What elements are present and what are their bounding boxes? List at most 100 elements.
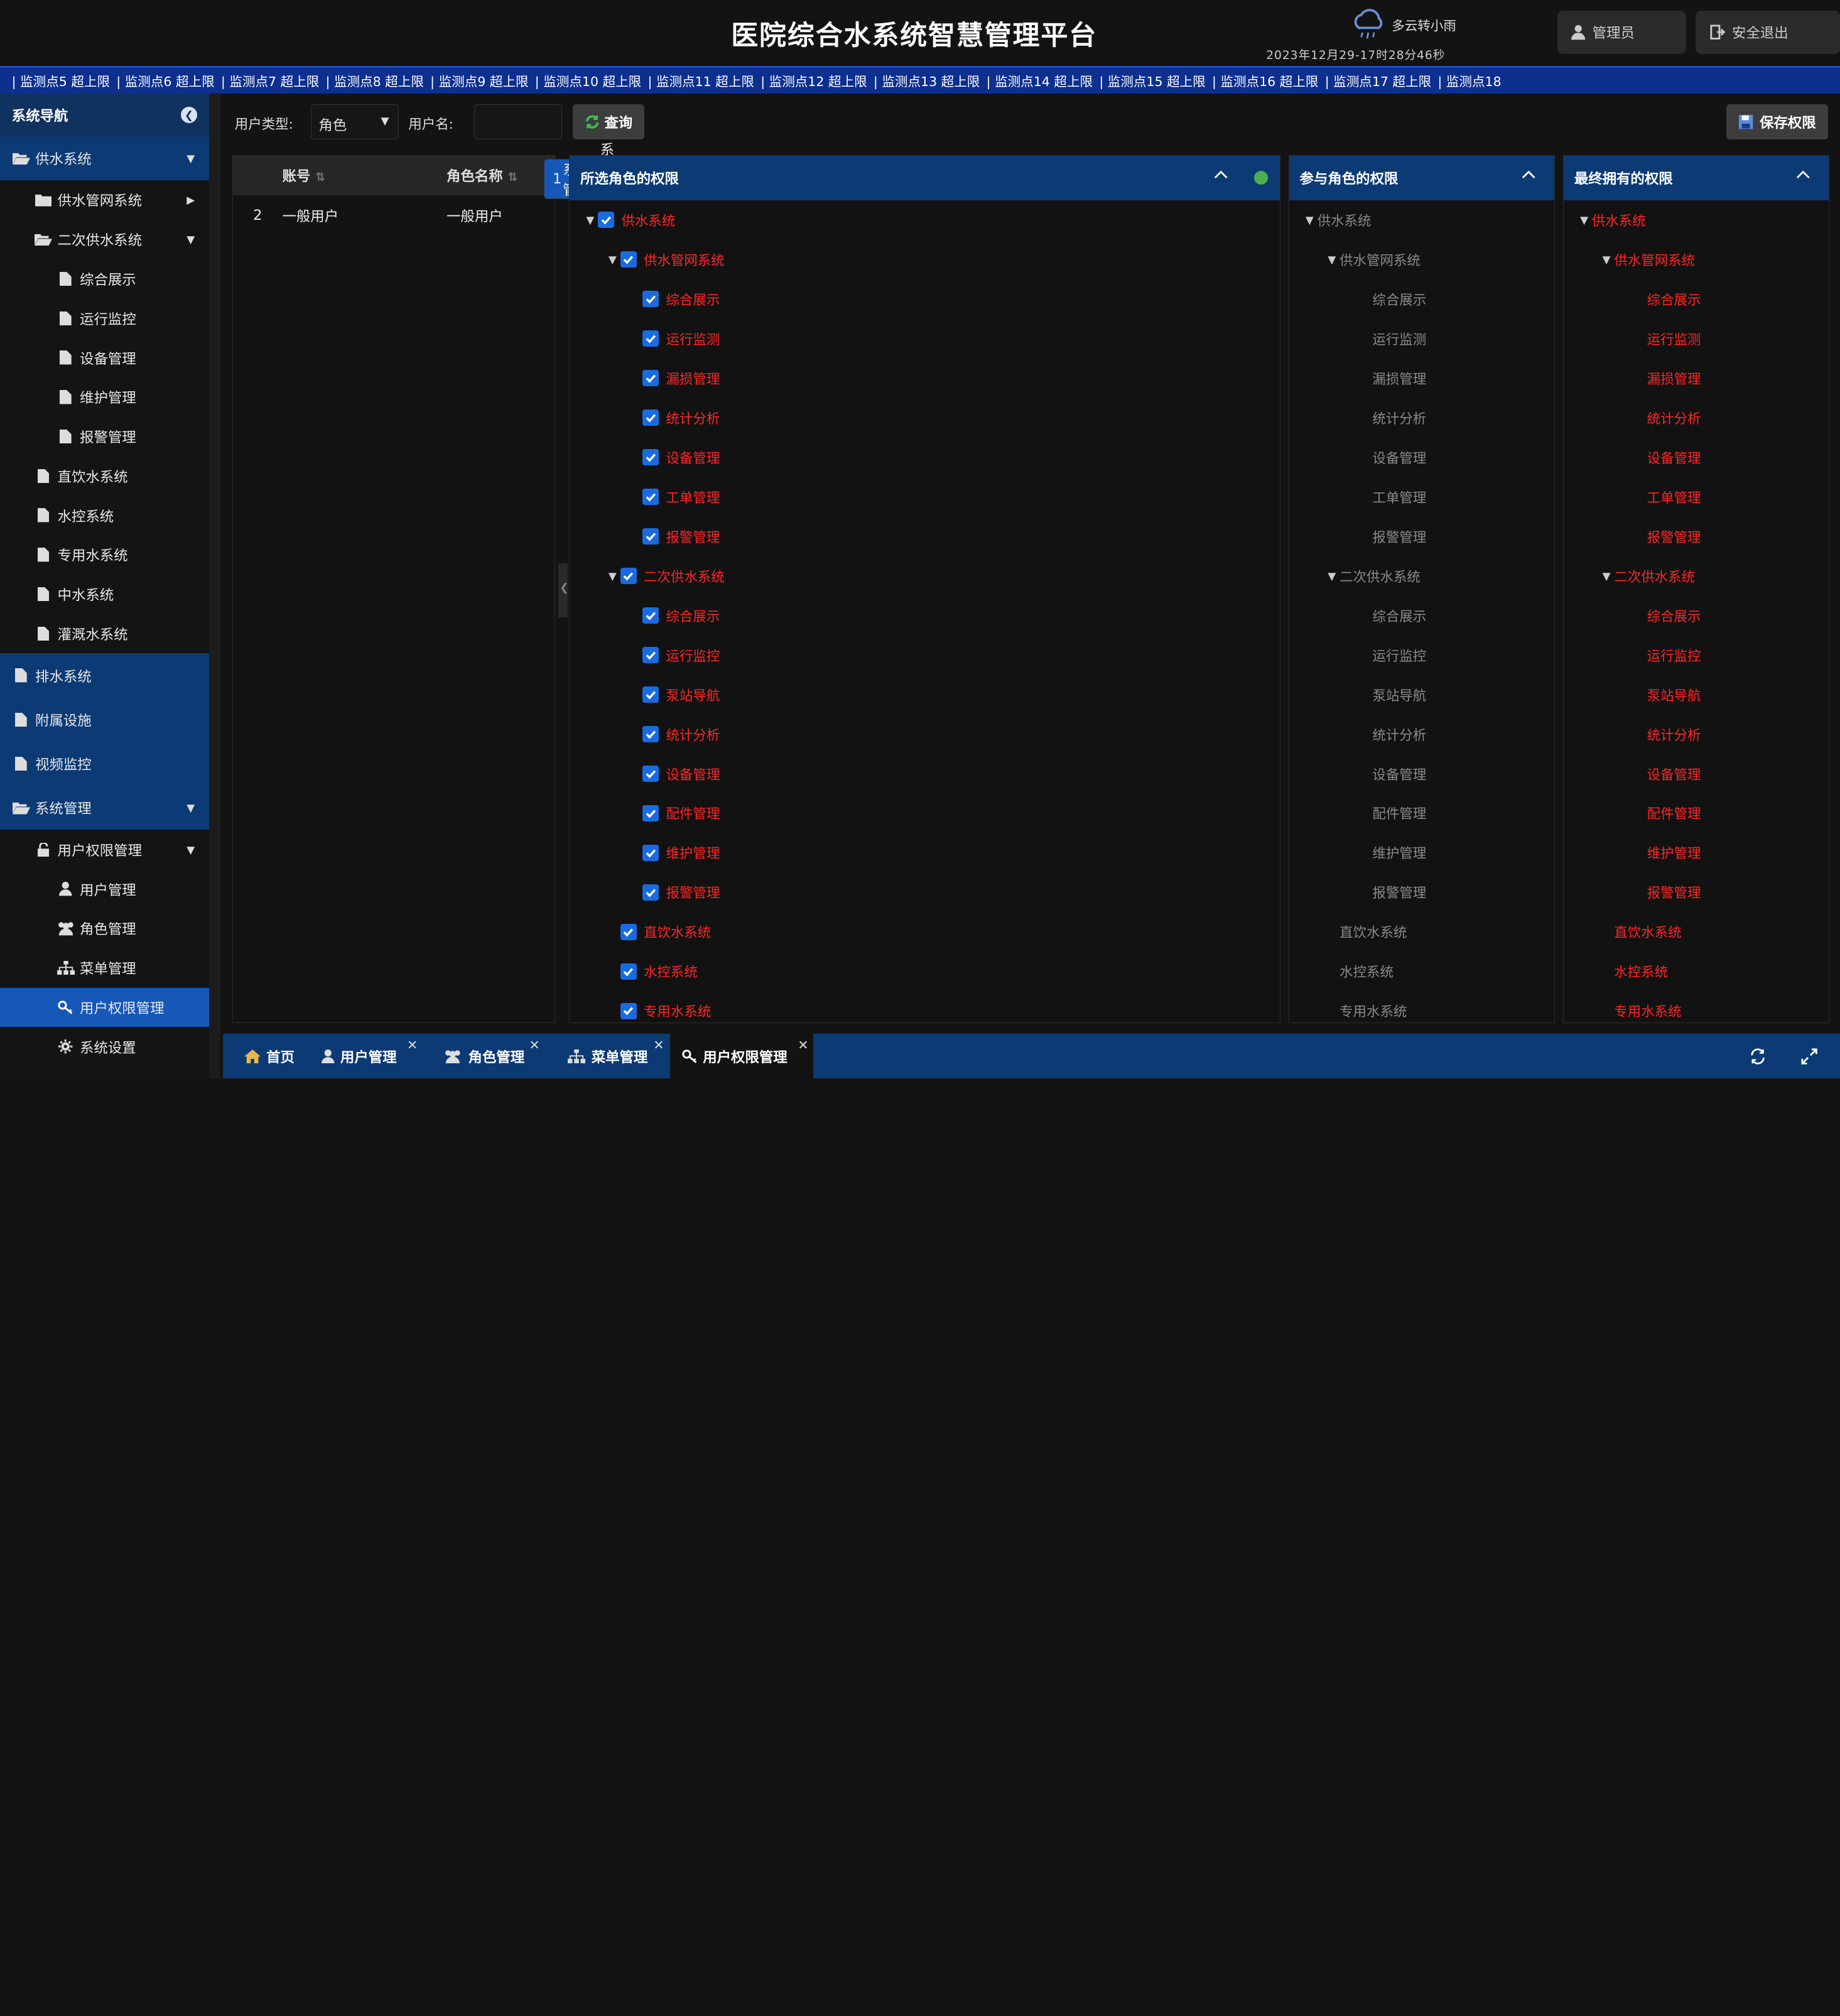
tree-node[interactable]: 运行监控 xyxy=(630,643,720,666)
save-permission-button[interactable]: 保存权限 xyxy=(1726,104,1829,140)
expand-icon[interactable]: ▼ xyxy=(586,214,598,226)
sidebar-item[interactable]: 用户管理 xyxy=(0,869,209,909)
tree-node[interactable]: 统计分析 xyxy=(630,722,720,745)
tree-node[interactable]: ▼ 供水管网系统 xyxy=(609,248,725,271)
tree-node[interactable]: 设备管理 xyxy=(1625,762,1701,785)
tree-node[interactable]: 水控系统 xyxy=(609,960,698,983)
tree-node[interactable]: 漏损管理 xyxy=(1350,367,1426,390)
sidebar-item[interactable]: 供水管网系统 ▶ xyxy=(0,180,209,220)
checkbox[interactable] xyxy=(620,568,637,585)
collapse-icon[interactable] xyxy=(1214,168,1228,182)
tree-node[interactable]: 直饮水系统 xyxy=(609,920,711,943)
tree-node[interactable]: 工单管理 xyxy=(1350,485,1426,509)
tree-node[interactable]: 运行监控 xyxy=(1350,643,1426,666)
tree-node[interactable]: 专用水系统 xyxy=(1328,999,1407,1022)
tree-node[interactable]: ▼ 供水系统 xyxy=(1580,209,1646,232)
close-icon[interactable]: ✕ xyxy=(653,1038,664,1053)
tree-node[interactable]: 综合展示 xyxy=(630,604,720,627)
refresh-icon[interactable] xyxy=(1750,1048,1766,1065)
checkbox[interactable] xyxy=(642,884,659,901)
tree-node[interactable]: 综合展示 xyxy=(630,288,720,311)
sidebar-splitter[interactable] xyxy=(208,94,221,1079)
tree-node[interactable]: 配件管理 xyxy=(1625,801,1701,825)
expand-icon[interactable]: ▼ xyxy=(609,570,620,582)
table-row[interactable]: 2 一般用户 一般用户 xyxy=(233,195,555,236)
sidebar-item[interactable]: 用户权限管理 xyxy=(0,987,209,1027)
tree-node[interactable]: 报警管理 xyxy=(630,525,720,548)
tree-node[interactable]: 设备管理 xyxy=(630,446,720,469)
checkbox[interactable] xyxy=(642,607,659,624)
tree-node[interactable]: 设备管理 xyxy=(630,762,720,785)
tree-node[interactable]: 工单管理 xyxy=(1625,485,1701,509)
tree-node[interactable]: 直饮水系统 xyxy=(1603,920,1681,943)
checkbox[interactable] xyxy=(642,765,659,783)
collapse-icon[interactable] xyxy=(1796,168,1810,182)
checkbox[interactable] xyxy=(642,725,659,743)
tree-node[interactable]: 统计分析 xyxy=(1625,722,1701,745)
tree-node[interactable]: 综合展示 xyxy=(1625,288,1701,311)
tree-node[interactable]: ▼ 二次供水系统 xyxy=(1603,564,1695,587)
tree-node[interactable]: 维护管理 xyxy=(1625,841,1701,864)
sidebar-item[interactable]: 维护管理 xyxy=(0,377,209,417)
tree-node[interactable]: 专用水系统 xyxy=(1603,999,1681,1022)
expand-icon[interactable]: ▼ xyxy=(1328,253,1339,266)
checkbox[interactable] xyxy=(642,409,659,426)
checkbox[interactable] xyxy=(642,370,659,387)
tree-node[interactable]: 设备管理 xyxy=(1350,762,1426,785)
checkbox[interactable] xyxy=(642,528,659,545)
sidebar-item[interactable]: 供水系统 ▼ xyxy=(0,136,209,180)
tree-node[interactable]: 泵站导航 xyxy=(1350,683,1426,706)
checkbox[interactable] xyxy=(642,805,659,822)
tree-node[interactable]: 综合展示 xyxy=(1350,288,1426,311)
tree-node[interactable]: 报警管理 xyxy=(1350,881,1426,904)
tree-node[interactable]: 维护管理 xyxy=(630,841,720,864)
sidebar-item[interactable]: 角色管理 xyxy=(0,909,209,948)
user-type-select[interactable]: 角色 ▼ xyxy=(311,104,399,140)
tree-node[interactable]: ▼ 供水系统 xyxy=(1306,209,1372,232)
tree-node[interactable]: ▼ 供水系统 xyxy=(586,209,675,232)
tab[interactable]: 首页 xyxy=(232,1034,300,1078)
tab[interactable]: 菜单管理 ✕ xyxy=(556,1034,664,1078)
tree-node[interactable]: ▼ 供水管网系统 xyxy=(1603,248,1695,271)
sidebar-item[interactable]: 综合展示 xyxy=(0,259,209,299)
sidebar-item[interactable]: 中水系统 xyxy=(0,575,209,614)
checkbox[interactable] xyxy=(620,923,637,940)
tree-node[interactable]: 维护管理 xyxy=(1350,841,1426,864)
sidebar-item[interactable]: 灌溉水系统 xyxy=(0,614,209,654)
sidebar-item[interactable]: 水控系统 xyxy=(0,496,209,535)
admin-button[interactable]: 管理员 xyxy=(1557,10,1687,54)
checkbox[interactable] xyxy=(620,251,637,268)
tree-node[interactable]: 运行监测 xyxy=(1350,327,1426,350)
sidebar-item[interactable]: 专用水系统 xyxy=(0,535,209,575)
panel-splitter[interactable]: ❮ xyxy=(558,563,568,617)
tree-node[interactable]: 综合展示 xyxy=(1625,604,1701,627)
checkbox[interactable] xyxy=(642,330,659,347)
tab[interactable]: 用户权限管理 ✕ xyxy=(669,1034,813,1079)
tab[interactable]: 用户管理 ✕ xyxy=(310,1034,418,1078)
expand-icon[interactable]: ▼ xyxy=(1306,214,1318,226)
checkbox[interactable] xyxy=(598,212,615,229)
sidebar-item[interactable]: 系统设置 xyxy=(0,1027,209,1066)
checkbox[interactable] xyxy=(620,963,637,980)
user-name-input[interactable] xyxy=(474,104,563,140)
tree-node[interactable]: 统计分析 xyxy=(1625,406,1701,430)
sidebar-item[interactable]: 菜单管理 xyxy=(0,948,209,988)
tree-node[interactable]: 专用水系统 xyxy=(609,999,711,1022)
column-header-account[interactable]: 账号 ⇅ xyxy=(282,165,446,185)
sidebar-item[interactable]: 二次供水系统 ▼ xyxy=(0,220,209,259)
tree-node[interactable]: 报警管理 xyxy=(630,881,720,904)
tree-node[interactable]: 报警管理 xyxy=(1350,525,1426,548)
tree-node[interactable]: 运行监测 xyxy=(1625,327,1701,350)
checkbox[interactable] xyxy=(620,1002,637,1019)
tree-node[interactable]: 泵站导航 xyxy=(630,683,720,706)
tree-node[interactable]: 水控系统 xyxy=(1603,960,1668,983)
logout-button[interactable]: 安全退出 xyxy=(1696,10,1840,54)
sidebar-item[interactable]: 直饮水系统 xyxy=(0,456,209,496)
close-icon[interactable]: ✕ xyxy=(529,1038,539,1053)
tree-node[interactable]: 综合展示 xyxy=(1350,604,1426,627)
tree-node[interactable]: 配件管理 xyxy=(630,801,720,825)
fullscreen-icon[interactable] xyxy=(1801,1048,1817,1065)
tree-node[interactable]: 运行监控 xyxy=(1625,643,1701,666)
checkbox[interactable] xyxy=(642,844,659,862)
column-header-role[interactable]: 角色名称 ⇅ xyxy=(446,165,552,185)
